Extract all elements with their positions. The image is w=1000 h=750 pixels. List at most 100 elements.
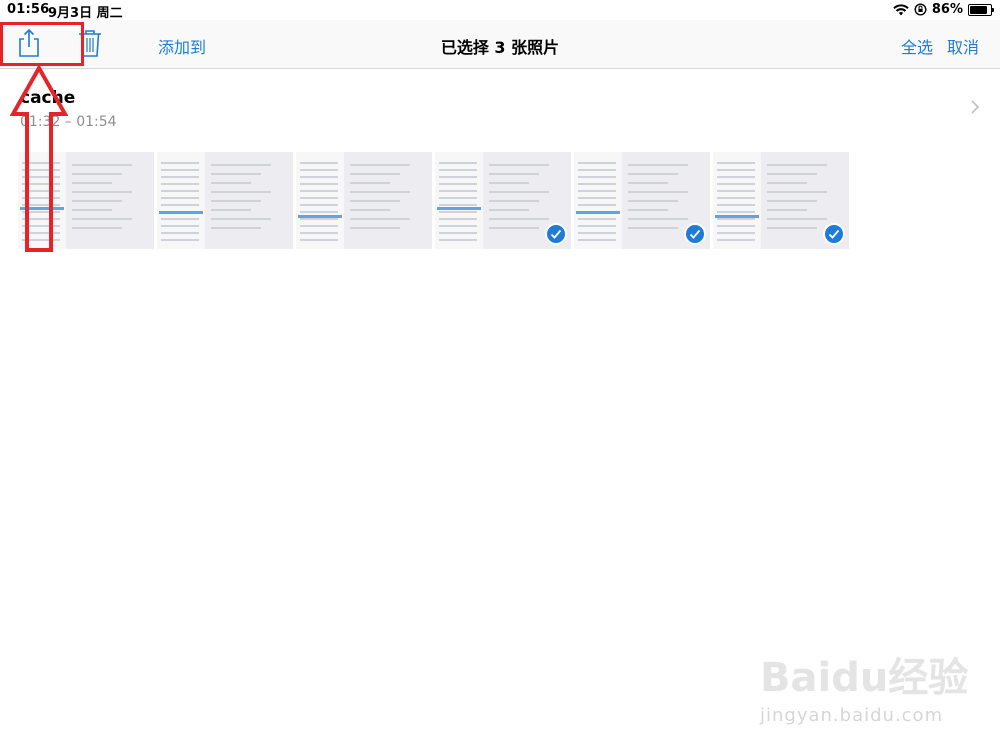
thumbnail-line	[300, 169, 338, 171]
thumbnail-line	[72, 182, 112, 184]
lock-rotation-icon	[914, 3, 927, 16]
battery-icon	[968, 3, 994, 16]
thumbnail-line	[439, 190, 477, 192]
thumbnail-line	[578, 218, 616, 220]
thumbnail-line	[300, 183, 338, 185]
thumbnail-line	[161, 176, 199, 178]
thumbnail-line	[628, 218, 688, 220]
thumbnail-line	[211, 227, 261, 229]
thumbnail-line	[300, 225, 338, 227]
thumbnail-line	[300, 204, 338, 206]
thumbnail-line	[767, 191, 827, 193]
status-bar: 01:56 9月3日 周二 86%	[0, 0, 1000, 21]
thumbnail-line	[72, 173, 122, 175]
thumbnail-line	[628, 191, 688, 193]
thumbnail-line	[628, 164, 688, 166]
thumbnail-line	[439, 176, 477, 178]
thumbnail-line	[767, 182, 807, 184]
watermark-logo: Baidu经验	[760, 655, 969, 701]
thumbnail-line	[350, 164, 410, 166]
thumbnail-line	[350, 209, 390, 211]
thumbnail-line	[489, 227, 539, 229]
thumbnail-sidebar	[713, 152, 761, 249]
thumbnail-line	[578, 162, 616, 164]
thumbnail-line	[489, 209, 529, 211]
thumbnail-line	[300, 211, 338, 213]
thumbnail-line	[439, 211, 477, 213]
photo-thumbnail[interactable]	[296, 152, 432, 249]
thumbnail-line	[300, 232, 338, 234]
thumbnail-line	[628, 209, 668, 211]
thumbnail-line	[628, 173, 678, 175]
thumbnail-line	[211, 182, 251, 184]
thumbnail-line	[578, 204, 616, 206]
status-date: 9月3日 周二	[48, 6, 123, 21]
thumbnail-line	[350, 173, 400, 175]
page-title: 已选择 3 张照片	[440, 38, 560, 57]
thumbnail-line	[628, 200, 678, 202]
thumbnail-line	[578, 239, 616, 241]
thumbnail-line	[489, 200, 539, 202]
photo-grid	[18, 152, 849, 249]
chevron-right-icon[interactable]	[968, 98, 982, 116]
thumbnail-line	[489, 164, 549, 166]
photo-thumbnail[interactable]	[435, 152, 571, 249]
thumbnail-line	[72, 209, 112, 211]
select-all-button[interactable]: 全选	[901, 34, 933, 58]
thumbnail-line	[578, 169, 616, 171]
thumbnail-line	[767, 218, 827, 220]
watermark-url: jingyan.baidu.com	[760, 705, 944, 726]
thumbnail-sidebar	[157, 152, 205, 249]
thumbnail-line	[439, 204, 477, 206]
thumbnail-line	[211, 218, 271, 220]
thumbnail-line	[161, 190, 199, 192]
thumbnail-highlight	[159, 211, 203, 214]
photo-thumbnail[interactable]	[713, 152, 849, 249]
thumbnail-line	[161, 225, 199, 227]
cancel-button[interactable]: 取消	[947, 34, 979, 58]
thumbnail-line	[300, 218, 338, 220]
thumbnail-sidebar	[435, 152, 483, 249]
thumbnail-line	[489, 173, 539, 175]
watermark: Baidu经验 jingyan.baidu.com	[760, 645, 970, 735]
thumbnail-highlight	[715, 215, 759, 218]
thumbnail-line	[439, 197, 477, 199]
thumbnail-line	[350, 200, 400, 202]
thumbnail-line	[717, 183, 755, 185]
thumbnail-line	[161, 169, 199, 171]
nav-bar: 添加到 已选择 3 张照片 全选 取消	[0, 20, 1000, 69]
photo-thumbnail[interactable]	[574, 152, 710, 249]
checkmark-icon	[823, 223, 845, 245]
thumbnail-line	[489, 218, 549, 220]
thumbnail-line	[717, 176, 755, 178]
thumbnail-line	[300, 176, 338, 178]
thumbnail-line	[161, 218, 199, 220]
annotation-highlight-box	[0, 22, 84, 66]
thumbnail-sidebar	[574, 152, 622, 249]
thumbnail-line	[717, 225, 755, 227]
thumbnail-line	[717, 190, 755, 192]
thumbnail-line	[628, 227, 678, 229]
status-right: 86%	[893, 2, 994, 17]
thumbnail-line	[767, 164, 827, 166]
thumbnail-line	[300, 239, 338, 241]
thumbnail-line	[439, 162, 477, 164]
thumbnail-line	[439, 225, 477, 227]
thumbnail-line	[211, 191, 271, 193]
thumbnail-line	[72, 218, 132, 220]
photo-thumbnail[interactable]	[157, 152, 293, 249]
thumbnail-line	[350, 218, 410, 220]
thumbnail-highlight	[437, 207, 481, 210]
thumbnail-line	[578, 225, 616, 227]
thumbnail-line	[578, 176, 616, 178]
thumbnail-line	[767, 209, 807, 211]
add-to-button[interactable]: 添加到	[158, 34, 206, 58]
checkmark-icon	[545, 223, 567, 245]
thumbnail-line	[578, 183, 616, 185]
thumbnail-line	[717, 232, 755, 234]
thumbnail-sidebar	[296, 152, 344, 249]
thumbnail-line	[72, 191, 132, 193]
thumbnail-line	[161, 162, 199, 164]
status-time: 01:56	[7, 2, 50, 17]
thumbnail-line	[72, 200, 122, 202]
